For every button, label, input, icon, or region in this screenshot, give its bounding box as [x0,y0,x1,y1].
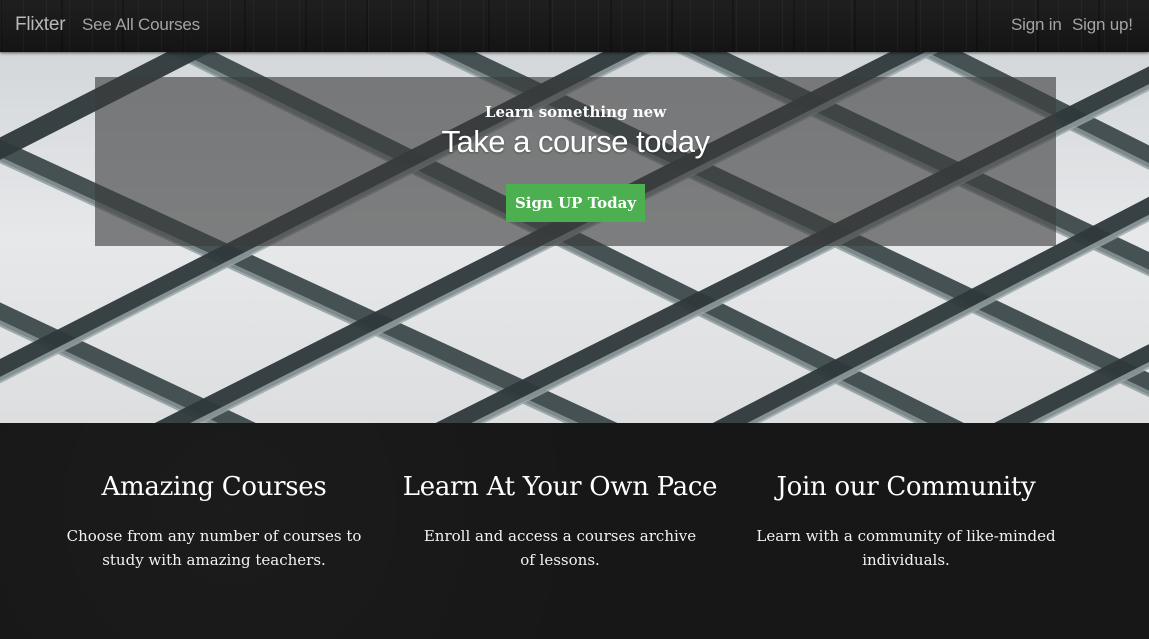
feature-text: Enroll and access a courses archive of l… [423,527,697,569]
feature-text: Learn with a community of like-minded in… [756,527,1056,569]
hero-overlay-box: Learn something new Take a course today … [95,77,1056,246]
sign-up-today-button[interactable]: Sign UP Today [506,184,645,222]
feature-title: Learn At Your Own Pace [402,472,718,502]
feature-title: Amazing Courses [101,472,327,502]
feature-amazing-courses: Amazing Courses Choose from any number o… [41,467,387,572]
hero-subtitle: Learn something new [484,103,667,121]
brand-link[interactable]: Flixter [15,14,66,36]
sign-up-link[interactable]: Sign up! [1072,15,1133,35]
features-section: Amazing Courses Choose from any number o… [0,423,1149,639]
sign-in-link[interactable]: Sign in [1011,15,1062,35]
feature-text: Choose from any number of courses to stu… [66,527,362,569]
feature-title: Join our Community [776,472,1036,502]
feature-join-community: Join our Community Learn with a communit… [733,467,1079,572]
feature-learn-at-own-pace: Learn At Your Own Pace Enroll and access… [387,467,733,572]
navbar: Flixter See All Courses Sign in Sign up! [0,0,1149,52]
hero-title: Take a course today [441,124,710,159]
hero-section: Learn something new Take a course today … [0,52,1149,423]
see-all-courses-link[interactable]: See All Courses [82,15,200,35]
